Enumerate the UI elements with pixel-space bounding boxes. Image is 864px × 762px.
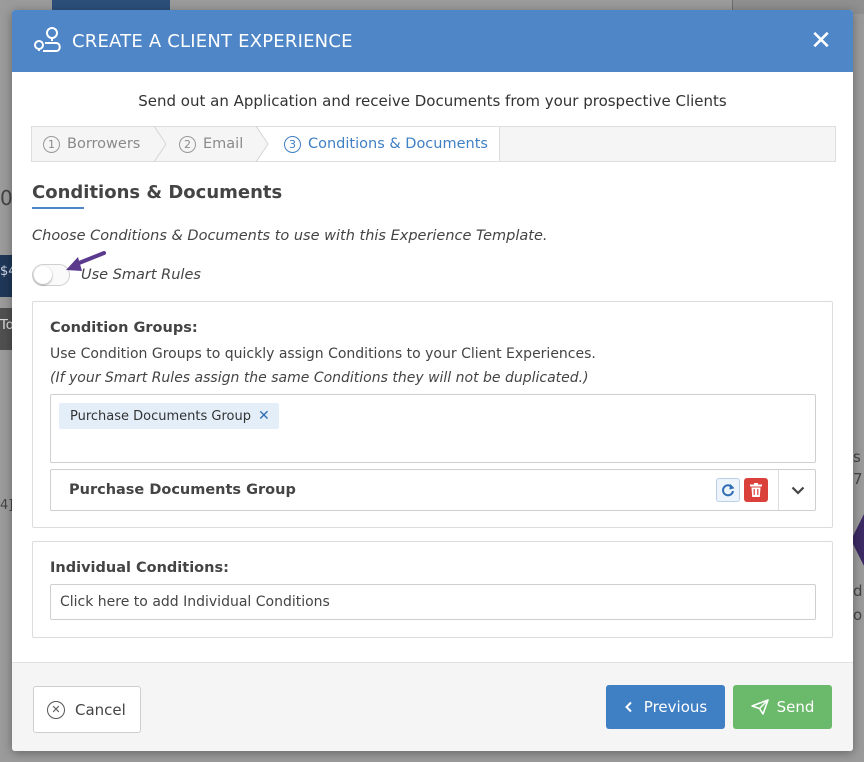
cancel-label: Cancel	[75, 700, 126, 719]
step-number: 1	[43, 135, 60, 153]
individual-conditions-input[interactable]: Click here to add Individual Conditions	[50, 584, 816, 620]
wizard-steps: 1 Borrowers 2 Email 3 Conditions & Docum…	[31, 126, 836, 162]
step-label: Borrowers	[67, 136, 141, 152]
send-button[interactable]: Send	[733, 685, 832, 729]
step-number: 2	[179, 135, 196, 153]
condition-groups-label: Condition Groups:	[50, 320, 198, 336]
selected-group-tag: Purchase Documents Group ✕	[59, 403, 279, 429]
chevron-down-icon	[791, 486, 804, 495]
background-text: d	[853, 582, 863, 600]
modal-title: CREATE A CLIENT EXPERIENCE	[72, 30, 353, 52]
group-name: Purchase Documents Group	[69, 482, 296, 498]
remove-tag-icon[interactable]: ✕	[258, 408, 270, 424]
individual-conditions-label: Individual Conditions:	[50, 560, 229, 576]
create-client-experience-modal: CREATE A CLIENT EXPERIENCE ✕ Send out an…	[12, 10, 853, 751]
modal-header: CREATE A CLIENT EXPERIENCE	[12, 10, 853, 72]
route-pin-icon	[30, 24, 64, 58]
step-borrowers[interactable]: 1 Borrowers	[32, 126, 167, 162]
background-text: 7	[853, 470, 863, 488]
close-button[interactable]: ✕	[806, 26, 836, 56]
condition-groups-select[interactable]: Purchase Documents Group ✕	[50, 394, 816, 463]
refresh-group-button[interactable]	[716, 478, 740, 502]
condition-group-row: Purchase Documents Group	[50, 469, 816, 511]
expand-group-button[interactable]	[779, 470, 816, 510]
section-title: Conditions & Documents	[32, 182, 283, 203]
delete-group-button[interactable]	[744, 478, 768, 502]
paper-plane-icon	[750, 699, 769, 715]
individual-conditions-panel: Individual Conditions: Click here to add…	[32, 541, 833, 638]
previous-button[interactable]: Previous	[606, 685, 725, 729]
send-label: Send	[776, 698, 815, 716]
step-chevron-icon	[154, 126, 167, 162]
condition-groups-note: (If your Smart Rules assign the same Con…	[50, 370, 589, 386]
background-text: o	[853, 606, 863, 624]
background-text: s	[853, 448, 861, 466]
step-number: 3	[284, 135, 301, 153]
previous-label: Previous	[643, 698, 708, 716]
modal-subtitle: Send out an Application and receive Docu…	[138, 92, 727, 110]
cancel-circle-x-icon: ✕	[47, 700, 65, 719]
smart-rules-label: Use Smart Rules	[81, 267, 201, 283]
trash-icon	[750, 483, 762, 497]
tag-label: Purchase Documents Group	[70, 408, 251, 424]
toggle-knob	[34, 266, 52, 284]
step-chevron-icon	[256, 126, 269, 162]
refresh-icon	[722, 484, 735, 497]
instructions-text: Choose Conditions & Documents to use wit…	[32, 228, 548, 244]
step-email[interactable]: 2 Email	[156, 126, 269, 162]
section-underline	[32, 207, 84, 209]
modal-footer: ✕ Cancel Previous Send	[12, 662, 853, 751]
cancel-button[interactable]: ✕ Cancel	[33, 686, 141, 733]
step-label: Email	[203, 136, 244, 152]
step-conditions-documents[interactable]: 3 Conditions & Documents	[258, 127, 500, 161]
chevron-left-icon	[624, 701, 632, 713]
step-label: Conditions & Documents	[308, 136, 488, 152]
condition-groups-description: Use Condition Groups to quickly assign C…	[50, 346, 596, 362]
condition-groups-panel: Condition Groups: Use Condition Groups t…	[32, 301, 833, 528]
